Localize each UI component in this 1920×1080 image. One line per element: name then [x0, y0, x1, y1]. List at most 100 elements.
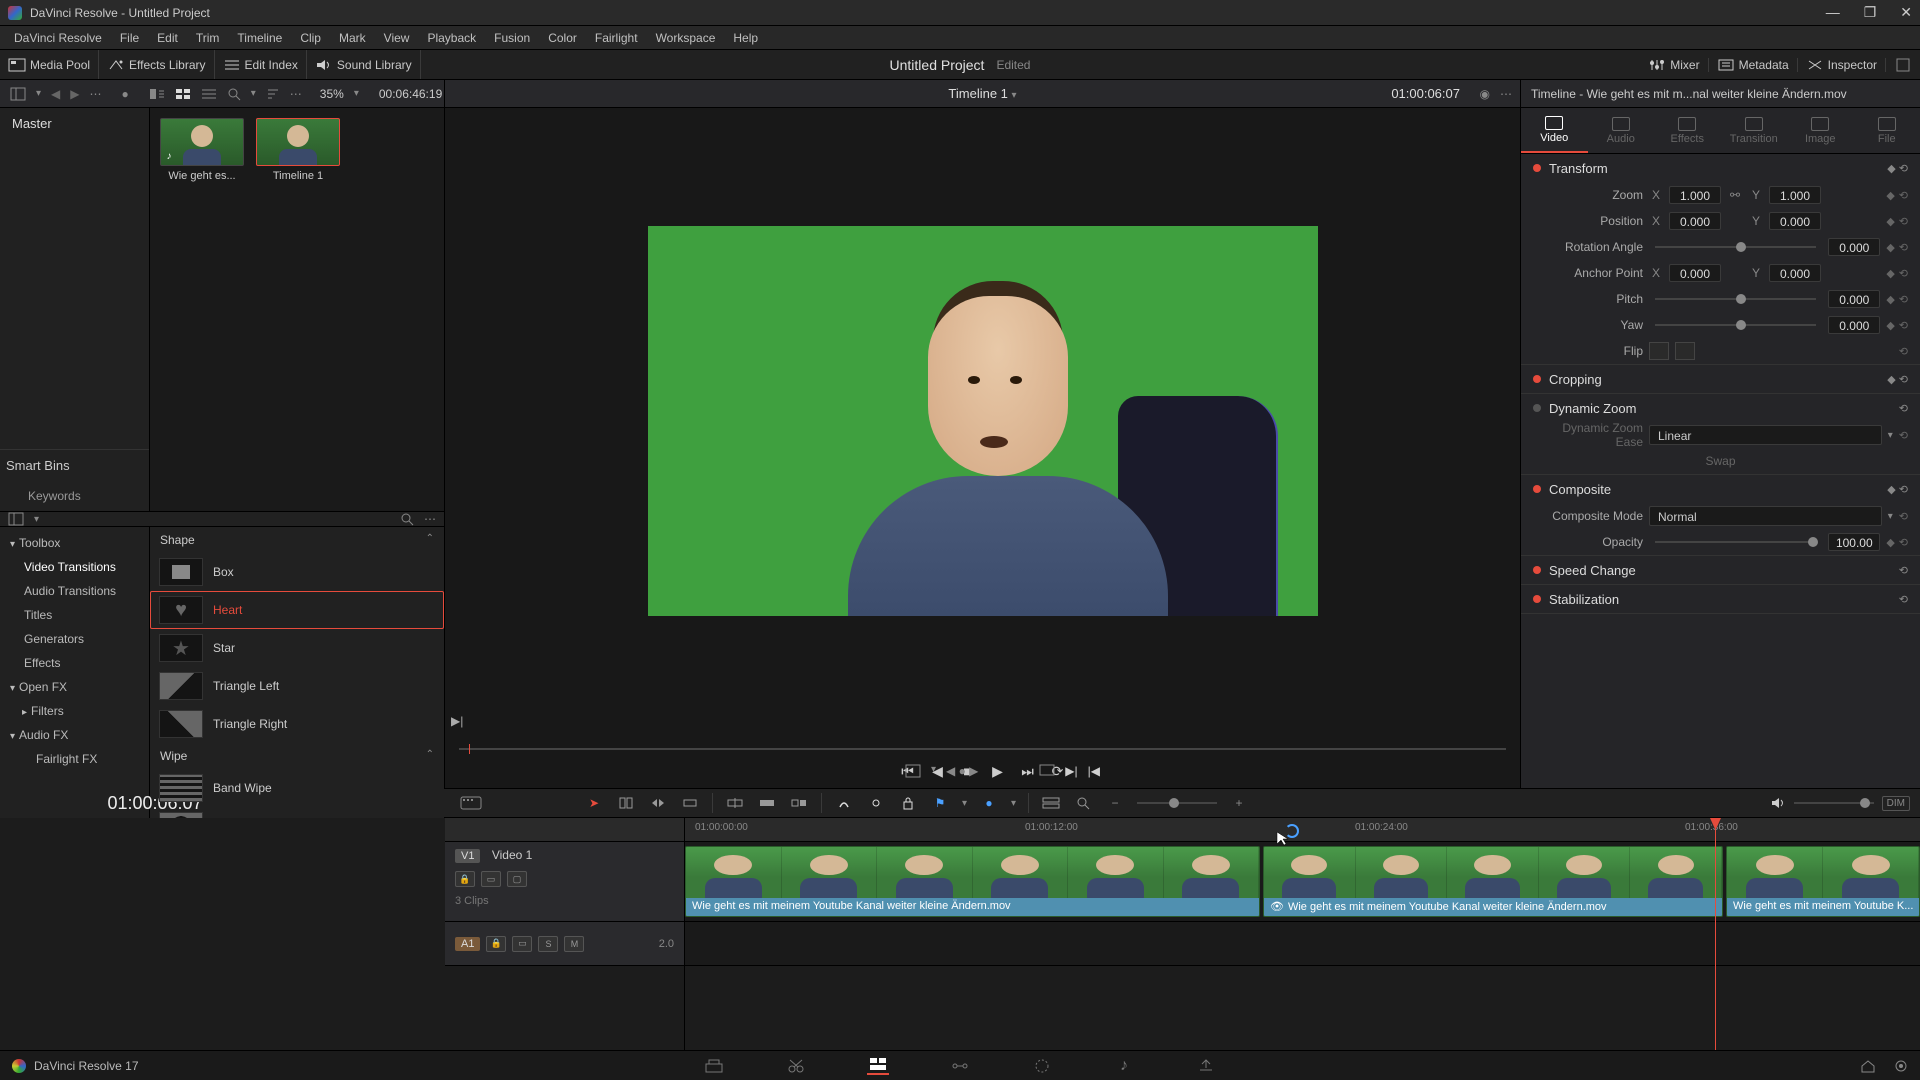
viewer-options-icon[interactable]: ⋯	[1500, 87, 1512, 101]
zoom-x-input[interactable]: 1.000	[1669, 186, 1721, 204]
inspector-tab-video[interactable]: Video	[1521, 108, 1588, 153]
replace-clip-icon[interactable]	[789, 794, 809, 812]
fairlight-page-button[interactable]: ♪	[1113, 1057, 1135, 1075]
dz-swap-button[interactable]: Swap	[1705, 454, 1735, 468]
tree-audio-transitions[interactable]: Audio Transitions	[0, 579, 149, 603]
v1-track[interactable]: Wie geht es mit meinem Youtube Kanal wei…	[685, 842, 1920, 922]
toolbox-group[interactable]: Toolbox	[0, 531, 149, 555]
full-screen-icon[interactable]	[1894, 58, 1912, 72]
dim-button[interactable]: DIM	[1882, 796, 1910, 811]
inspector-toggle[interactable]: Inspector	[1828, 58, 1877, 72]
home-icon[interactable]	[1860, 1059, 1876, 1073]
project-settings-icon[interactable]	[1894, 1059, 1908, 1073]
tree-filters[interactable]: Filters	[0, 699, 149, 723]
menu-timeline[interactable]: Timeline	[229, 28, 290, 48]
effects-search-icon[interactable]	[400, 512, 414, 526]
anchor-x-input[interactable]: 0.000	[1669, 264, 1721, 282]
menu-mark[interactable]: Mark	[331, 28, 374, 48]
yaw-slider[interactable]	[1655, 324, 1816, 326]
inspector-tab-effects[interactable]: Effects	[1654, 108, 1721, 153]
menu-workspace[interactable]: Workspace	[648, 28, 724, 48]
opacity-input[interactable]: 100.00	[1828, 533, 1880, 551]
dynamic-zoom-header[interactable]: Dynamic Zoom	[1549, 401, 1636, 416]
metadata-view-icon[interactable]	[149, 88, 165, 100]
volume-slider[interactable]	[1794, 802, 1874, 804]
viewer-timecode[interactable]: 01:00:06:07	[1391, 86, 1460, 101]
timeline-clip[interactable]: Wie geht es mit meinem Youtube K...	[1726, 846, 1920, 917]
link-icon[interactable]: ⚯	[1727, 188, 1743, 202]
rotation-input[interactable]: 0.000	[1828, 238, 1880, 256]
menu-playback[interactable]: Playback	[419, 28, 484, 48]
thumbnail-view-icon[interactable]	[175, 88, 191, 100]
edit-page-button[interactable]	[867, 1057, 889, 1075]
metadata-toggle[interactable]: Metadata	[1739, 58, 1789, 72]
viewer-scrubber[interactable]	[445, 734, 1520, 754]
blade-edit-icon[interactable]	[834, 794, 854, 812]
tree-video-transitions[interactable]: Video Transitions	[0, 555, 149, 579]
a1-lock-icon[interactable]: 🔒	[486, 936, 506, 952]
fx-item-box[interactable]: Box	[150, 553, 444, 591]
menu-edit[interactable]: Edit	[149, 28, 186, 48]
zoom-y-input[interactable]: 1.000	[1769, 186, 1821, 204]
go-in-icon[interactable]: ▶|	[1065, 764, 1077, 778]
tree-generators[interactable]: Generators	[0, 627, 149, 651]
cropping-header[interactable]: Cropping	[1549, 372, 1602, 387]
zoom-search-icon[interactable]	[1073, 794, 1093, 812]
tree-effects[interactable]: Effects	[0, 651, 149, 675]
reset-icon[interactable]: ⟲	[1899, 189, 1908, 202]
yaw-input[interactable]: 0.000	[1828, 316, 1880, 334]
match-frame-out-icon[interactable]	[1039, 764, 1055, 778]
v1-badge[interactable]: V1	[455, 849, 480, 863]
speed-change-header[interactable]: Speed Change	[1549, 563, 1636, 578]
selection-tool[interactable]: ➤	[584, 794, 604, 812]
pool-layout-icon[interactable]	[10, 87, 26, 101]
menu-trim[interactable]: Trim	[188, 28, 228, 48]
stabilization-header[interactable]: Stabilization	[1549, 592, 1619, 607]
fx-item-star[interactable]: Star	[150, 629, 444, 667]
fx-item-triangle-left[interactable]: Triangle Left	[150, 667, 444, 705]
a1-mute-button[interactable]: M	[564, 936, 584, 952]
last-frame-button[interactable]: ⏭	[1019, 762, 1037, 780]
pitch-input[interactable]: 0.000	[1828, 290, 1880, 308]
play-button[interactable]: ▶	[989, 762, 1007, 780]
opacity-slider[interactable]	[1655, 541, 1816, 543]
inspector-tab-image[interactable]: Image	[1787, 108, 1854, 153]
trim-tool[interactable]	[616, 794, 636, 812]
timeline-timecode[interactable]: 01:00:06:07	[70, 793, 240, 814]
a1-auto-icon[interactable]: ▭	[512, 936, 532, 952]
a1-badge[interactable]: A1	[455, 937, 480, 951]
smart-bins-header[interactable]: Smart Bins	[0, 449, 149, 481]
flip-v-button[interactable]	[1675, 342, 1695, 360]
composite-header[interactable]: Composite	[1549, 482, 1611, 497]
media-pool-toggle[interactable]: Media Pool	[30, 58, 90, 72]
color-page-button[interactable]	[1031, 1057, 1053, 1075]
more-options-icon[interactable]: ⋯	[290, 87, 302, 101]
auto-select-icon[interactable]: ▭	[481, 871, 501, 887]
media-page-button[interactable]	[703, 1057, 725, 1075]
program-viewer[interactable]: ▶|	[445, 108, 1520, 734]
menu-davinci[interactable]: DaVinci Resolve	[6, 28, 110, 48]
marker-icon[interactable]: ●	[979, 794, 999, 812]
maximize-button[interactable]: ❐	[1864, 4, 1877, 21]
flip-h-button[interactable]	[1649, 342, 1669, 360]
zoom-in-icon[interactable]: +	[1229, 794, 1249, 812]
edit-index-toggle[interactable]: Edit Index	[245, 58, 298, 72]
menu-file[interactable]: File	[112, 28, 147, 48]
menu-clip[interactable]: Clip	[292, 28, 329, 48]
search-dropdown[interactable]: ▾	[251, 88, 256, 99]
dynamic-trim-tool[interactable]	[648, 794, 668, 812]
timeline-clip[interactable]: 👁Wie geht es mit meinem Youtube Kanal we…	[1263, 846, 1723, 917]
fusion-page-button[interactable]	[949, 1057, 971, 1075]
sort-icon[interactable]	[266, 88, 280, 100]
dz-ease-select[interactable]: Linear	[1649, 425, 1882, 445]
openfx-group[interactable]: Open FX	[0, 675, 149, 699]
a1-track[interactable]	[685, 922, 1920, 966]
playhead[interactable]	[1715, 818, 1716, 1050]
more-icon[interactable]: ⋯	[90, 87, 102, 101]
link-clips-icon[interactable]	[866, 794, 886, 812]
rotation-slider[interactable]	[1655, 246, 1816, 248]
composite-mode-select[interactable]: Normal	[1649, 506, 1882, 526]
menu-fairlight[interactable]: Fairlight	[587, 28, 646, 48]
fx-item-band-wipe[interactable]: Band Wipe	[150, 769, 444, 807]
zoom-percent[interactable]: 35%	[320, 87, 344, 101]
